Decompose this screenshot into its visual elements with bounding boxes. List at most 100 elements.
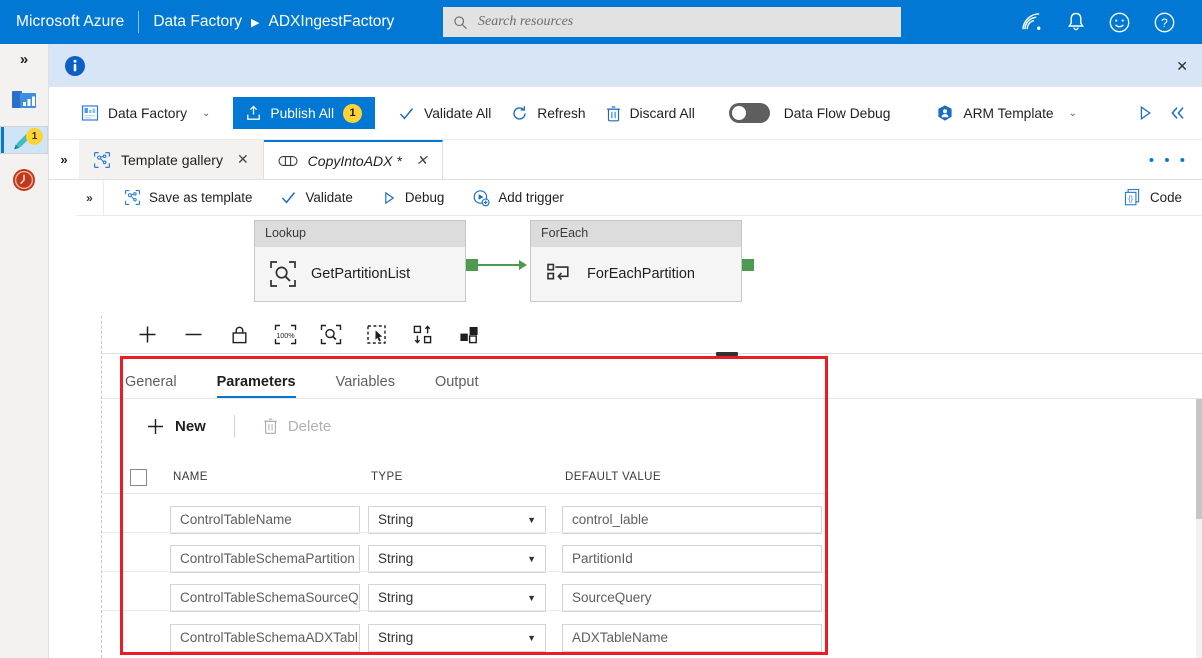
pipeline-overflow-chevron[interactable]: » bbox=[76, 179, 104, 216]
data-factory-icon bbox=[81, 105, 99, 121]
zoom-to-fit-icon[interactable] bbox=[308, 318, 354, 352]
tab-variables[interactable]: Variables bbox=[336, 374, 417, 398]
parameter-name-input[interactable]: ControlTableSchemaADXTabl bbox=[170, 623, 360, 652]
parameter-type-value: String bbox=[378, 590, 414, 605]
node-type-label: Lookup bbox=[255, 221, 465, 247]
search-input[interactable]: Search resources bbox=[443, 7, 901, 37]
play-icon[interactable] bbox=[1136, 104, 1154, 122]
refresh-icon bbox=[513, 105, 526, 120]
chevron-down-icon: ⌄ bbox=[201, 107, 211, 119]
monitor-icon bbox=[13, 169, 35, 191]
tabstrip-overflow-chevron[interactable]: » bbox=[49, 140, 79, 179]
close-icon[interactable]: ✕ bbox=[237, 151, 249, 168]
rail-item-author[interactable]: 1 bbox=[0, 126, 48, 154]
column-header-type: TYPE bbox=[371, 471, 403, 483]
panel-scrollbar-thumb[interactable] bbox=[1196, 399, 1202, 519]
parameter-default-value-input[interactable]: ADXTableName bbox=[562, 623, 822, 652]
tab-parameters[interactable]: Parameters bbox=[216, 374, 318, 398]
search-icon bbox=[454, 15, 467, 29]
breadcrumb-resource[interactable]: ADXIngestFactory bbox=[269, 13, 395, 31]
tab-copyintoadx[interactable]: CopyIntoADX * ✕ bbox=[263, 140, 443, 179]
parameter-type-value: String bbox=[378, 551, 414, 566]
info-banner-close-icon[interactable]: ✕ bbox=[1176, 58, 1188, 75]
zoom-100-percent-icon[interactable]: 100% bbox=[262, 318, 308, 352]
parameter-type-select[interactable]: String ▼ bbox=[368, 544, 546, 573]
parameter-type-select[interactable]: String ▼ bbox=[368, 583, 546, 612]
debug-button[interactable]: Debug bbox=[367, 190, 458, 206]
new-parameter-button[interactable]: New bbox=[140, 417, 212, 436]
tab-more-actions[interactable]: • • • bbox=[1149, 140, 1188, 180]
rail-item-monitor[interactable] bbox=[0, 154, 48, 206]
parameter-type-value: String bbox=[378, 630, 414, 645]
collapse-panel-icon[interactable] bbox=[1168, 104, 1188, 122]
trash-icon bbox=[264, 418, 277, 434]
lookup-icon bbox=[270, 261, 296, 287]
data-flow-debug-label: Data Flow Debug bbox=[783, 105, 891, 121]
activity-node-foreach[interactable]: ForEach ForEachPartition bbox=[530, 220, 742, 302]
code-button[interactable]: {} Code bbox=[1109, 188, 1196, 207]
discard-all-button[interactable]: Discard All bbox=[596, 96, 705, 130]
left-rail: » 1 bbox=[0, 44, 49, 658]
data-flow-debug-toggle[interactable]: Data Flow Debug bbox=[719, 96, 901, 130]
connector-line bbox=[478, 264, 520, 266]
pipeline-action-label: Debug bbox=[404, 190, 445, 205]
plus-icon bbox=[148, 418, 163, 434]
panel-tabs-divider bbox=[102, 398, 1202, 399]
parameter-name-input[interactable]: ControlTableSchemaSourceQ bbox=[170, 583, 360, 612]
help-icon[interactable]: ? bbox=[1153, 11, 1176, 34]
grouping-icon[interactable] bbox=[446, 318, 492, 352]
foreach-output-port[interactable] bbox=[742, 259, 754, 271]
select-all-checkbox[interactable] bbox=[130, 468, 147, 486]
activity-node-lookup[interactable]: Lookup GetPartitionList bbox=[254, 220, 466, 302]
add-trigger-button[interactable]: Add trigger bbox=[458, 189, 578, 207]
tab-general[interactable]: General bbox=[125, 374, 199, 398]
rail-item-home[interactable] bbox=[0, 74, 48, 126]
signal-icon[interactable] bbox=[1021, 12, 1044, 33]
pipeline-icon bbox=[278, 155, 298, 166]
smiley-icon[interactable] bbox=[1108, 11, 1131, 34]
data-factory-selector[interactable]: Data Factory ⌄ bbox=[71, 96, 220, 130]
tab-output[interactable]: Output bbox=[435, 374, 501, 398]
publish-upload-icon bbox=[247, 105, 261, 120]
breadcrumb-service[interactable]: Data Factory bbox=[153, 13, 242, 31]
validate-button[interactable]: Validate bbox=[266, 189, 366, 206]
chevron-down-icon: ▼ bbox=[527, 553, 536, 564]
arm-template-menu[interactable]: ARM Template ⌄ bbox=[926, 96, 1087, 130]
refresh-button[interactable]: Refresh bbox=[501, 96, 595, 130]
auto-align-icon[interactable] bbox=[400, 318, 446, 352]
tab-label: Template gallery bbox=[121, 151, 223, 168]
publish-all-button[interactable]: Publish All 1 bbox=[233, 97, 376, 129]
toggle-switch[interactable] bbox=[728, 103, 770, 123]
pipeline-action-label: Add trigger bbox=[498, 190, 564, 205]
parameter-default-value-input[interactable]: PartitionId bbox=[562, 544, 822, 573]
node-body: GetPartitionList bbox=[255, 247, 465, 301]
delete-parameter-button[interactable]: Delete bbox=[257, 417, 337, 435]
pipeline-canvas[interactable]: Lookup GetPartitionList ForEach ForEachP… bbox=[76, 216, 1202, 316]
rail-expand-chevron[interactable]: » bbox=[0, 44, 48, 74]
refresh-label: Refresh bbox=[537, 105, 586, 121]
code-label: Code bbox=[1149, 190, 1182, 205]
zoom-in-icon[interactable] bbox=[124, 318, 170, 352]
node-name-label: ForEachPartition bbox=[587, 266, 695, 282]
parameter-default-value-input[interactable]: SourceQuery bbox=[562, 583, 822, 612]
validate-all-button[interactable]: Validate All bbox=[388, 96, 501, 130]
arm-template-label: ARM Template bbox=[963, 105, 1054, 121]
azure-brand[interactable]: Microsoft Azure bbox=[0, 13, 138, 31]
save-as-template-button[interactable]: Save as template bbox=[104, 189, 266, 206]
zoom-out-icon[interactable] bbox=[170, 318, 216, 352]
parameter-default-value-input[interactable]: control_lable bbox=[562, 505, 822, 534]
parameters-table-header: NAME TYPE DEFAULT VALUE bbox=[130, 462, 828, 492]
lock-icon[interactable] bbox=[216, 318, 262, 352]
close-icon[interactable]: ✕ bbox=[416, 152, 428, 169]
breadcrumb-arrow-icon: ▶ bbox=[251, 16, 260, 29]
parameter-type-select[interactable]: String ▼ bbox=[368, 505, 546, 534]
parameter-type-select[interactable]: String ▼ bbox=[368, 623, 546, 652]
select-mode-icon[interactable] bbox=[354, 318, 400, 352]
chevron-down-icon: ▼ bbox=[527, 632, 536, 643]
tab-label: CopyIntoADX * bbox=[307, 152, 402, 169]
bell-icon[interactable] bbox=[1066, 11, 1086, 33]
lookup-output-port[interactable] bbox=[466, 259, 478, 271]
parameter-name-input[interactable]: ControlTableName bbox=[170, 505, 360, 534]
parameter-name-input[interactable]: ControlTableSchemaPartition bbox=[170, 544, 360, 573]
tab-template-gallery[interactable]: Template gallery ✕ bbox=[79, 140, 264, 179]
